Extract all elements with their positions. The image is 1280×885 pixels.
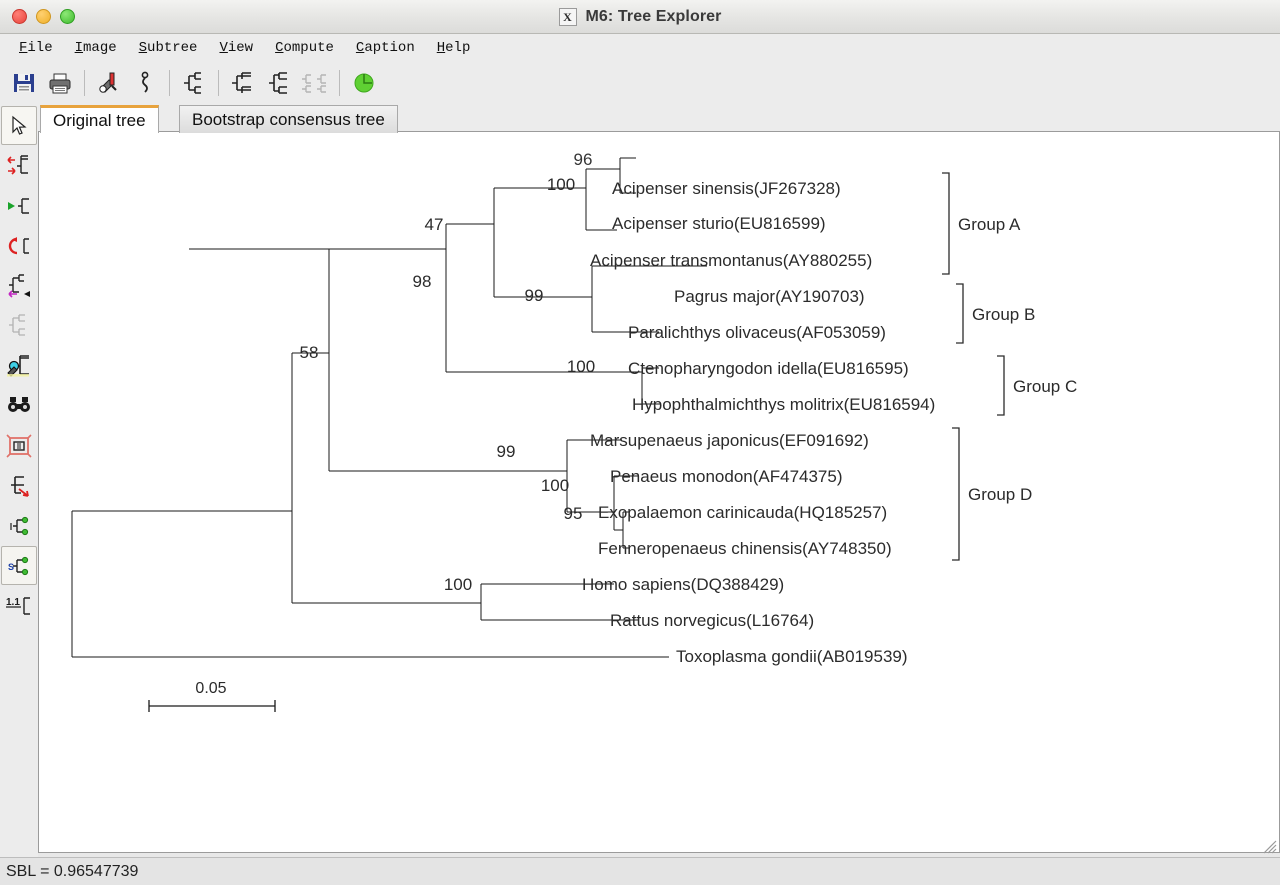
window-titlebar: X M6: Tree Explorer — [0, 0, 1280, 34]
topology-only-icon[interactable] — [176, 66, 212, 100]
scale-bar — [148, 700, 276, 712]
menu-caption[interactable]: Caption — [345, 38, 426, 58]
bootstrap-value: 99 — [525, 286, 544, 305]
leaf-label: Marsupenaeus japonicus(EF091692) — [590, 431, 869, 450]
leaf-label: Exopalaemon carinicauda(HQ185257) — [598, 503, 887, 522]
status-bar: SBL = 0.96547739 — [0, 857, 1280, 885]
toolbar-separator — [84, 70, 85, 96]
menu-compute[interactable]: Compute — [264, 38, 345, 58]
green-circle-icon[interactable] — [346, 66, 382, 100]
bootstrap-value: 100 — [567, 357, 595, 376]
tab-bootstrap-consensus-tree[interactable]: Bootstrap consensus tree — [179, 105, 398, 133]
color-tool-icon[interactable] — [91, 66, 127, 100]
status-text: SBL = 0.96547739 — [6, 862, 139, 880]
bootstrap-value: 99 — [497, 442, 516, 461]
group-d-bracket — [952, 427, 960, 561]
toolbar-separator — [339, 70, 340, 96]
print-icon[interactable] — [42, 66, 78, 100]
find-sequence-tool[interactable] — [1, 386, 37, 425]
phylogenetic-tree-figure: Acipenser sinensis(JF267328) Acipenser st… — [71, 150, 1077, 712]
leaf-label: Fenneropenaeus chinensis(AY748350) — [598, 539, 892, 558]
tree-canvas[interactable]: Acipenser sinensis(JF267328) Acipenser st… — [38, 131, 1280, 853]
app-icon: X — [558, 8, 577, 26]
group-b-bracket — [956, 283, 964, 344]
svg-text:1.1: 1.1 — [6, 597, 20, 608]
menu-view[interactable]: View — [208, 38, 264, 58]
branch-style-icon[interactable] — [127, 66, 163, 100]
leaf-label: Penaeus monodon(AF474375) — [610, 467, 843, 486]
tab-original-tree[interactable]: Original tree — [40, 105, 159, 133]
tree-left-icon[interactable] — [225, 66, 261, 100]
pointer-tool[interactable] — [1, 106, 37, 145]
toolbar-separator — [169, 70, 170, 96]
scale-ratio-tool[interactable]: 1.1 — [1, 586, 37, 625]
menu-file[interactable]: File — [8, 38, 64, 58]
swap-subtree-tool[interactable] — [1, 186, 37, 225]
bootstrap-value: 100 — [444, 575, 472, 594]
group-c-bracket — [997, 355, 1005, 416]
bootstrap-value: 100 — [547, 175, 575, 194]
group-a-bracket — [942, 172, 950, 275]
bootstrap-value: 58 — [300, 343, 319, 362]
bootstrap-value: 96 — [574, 150, 593, 169]
highlight-subtree-tool[interactable] — [1, 346, 37, 385]
tree-right-icon[interactable] — [261, 66, 297, 100]
move-node-tool[interactable] — [1, 266, 37, 305]
tab-label: Original tree — [53, 110, 146, 130]
leaf-label: Homo sapiens(DQ388429) — [582, 575, 784, 594]
leaf-label: Pagrus major(AY190703) — [674, 287, 865, 306]
left-toolbar: S 1.1 — [0, 105, 38, 857]
group-label: Group C — [1013, 377, 1077, 396]
reorder-taxa-tool[interactable] — [1, 466, 37, 505]
window-title-text: M6: Tree Explorer — [585, 8, 722, 25]
window-title-area: X M6: Tree Explorer — [0, 0, 1280, 34]
leaf-label: Acipenser sturio(EU816599) — [612, 214, 826, 233]
group-label: Group B — [972, 305, 1035, 324]
group-label: Group A — [958, 215, 1021, 234]
compare-trees-icon[interactable] — [297, 66, 333, 100]
branch-length-tool[interactable] — [1, 506, 37, 545]
select-region-tool[interactable] — [1, 426, 37, 465]
tree-text-layer: Acipenser sinensis(JF267328) Acipenser st… — [195, 150, 1077, 697]
menu-subtree[interactable]: Subtree — [128, 38, 209, 58]
toolbar-separator — [218, 70, 219, 96]
save-icon[interactable] — [6, 66, 42, 100]
top-toolbar — [0, 61, 1280, 105]
root-tree-tool[interactable] — [1, 226, 37, 265]
leaf-label: Toxoplasma gondii(AB019539) — [676, 647, 908, 666]
scale-bar-label: 0.05 — [195, 680, 226, 697]
menu-image[interactable]: Image — [64, 38, 128, 58]
stats-label-tool[interactable]: S — [1, 546, 37, 585]
tab-label: Bootstrap consensus tree — [192, 109, 385, 129]
flip-subtree-tool[interactable] — [1, 146, 37, 185]
leaf-label: Paralichthys olivaceus(AF053059) — [628, 323, 886, 342]
menu-help[interactable]: Help — [426, 38, 482, 58]
compress-subtree-tool[interactable] — [1, 306, 37, 345]
bootstrap-value: 47 — [425, 215, 444, 234]
leaf-label: Rattus norvegicus(L16764) — [610, 611, 814, 630]
tree-explorer-window: X M6: Tree Explorer File Image Subtree V… — [0, 0, 1280, 885]
bootstrap-value: 98 — [413, 272, 432, 291]
leaf-label: Hypophthalmichthys molitrix(EU816594) — [632, 395, 935, 414]
bootstrap-value: 100 — [541, 476, 569, 495]
resize-grip[interactable] — [1259, 836, 1277, 854]
leaf-label: Acipenser sinensis(JF267328) — [612, 179, 841, 198]
group-label: Group D — [968, 485, 1032, 504]
bootstrap-value: 95 — [564, 504, 583, 523]
tab-bar: Original tree Bootstrap consensus tree — [38, 105, 1280, 133]
leaf-label: Ctenopharyngodon idella(EU816595) — [628, 359, 909, 378]
leaf-label: Acipenser transmontanus(AY880255) — [590, 251, 872, 270]
svg-text:S: S — [8, 562, 14, 572]
menu-bar: File Image Subtree View Compute Caption … — [0, 34, 1280, 61]
